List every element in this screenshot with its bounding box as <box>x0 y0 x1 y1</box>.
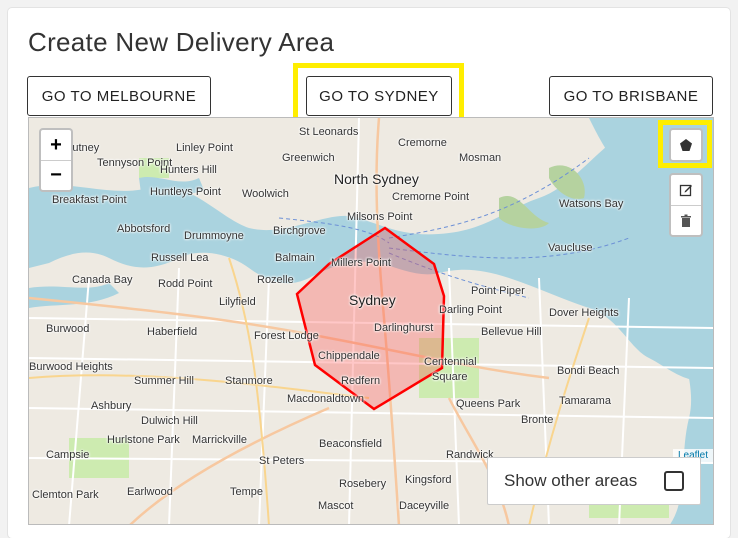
map-label: Burwood <box>46 323 90 335</box>
map-label: St Peters <box>259 455 305 467</box>
map-label: Vaucluse <box>548 242 593 254</box>
map-label: Breakfast Point <box>52 194 127 206</box>
edit-toolbar <box>669 173 703 237</box>
map-label: Marrickville <box>192 434 247 446</box>
map-label: Dover Heights <box>549 307 619 319</box>
draw-polygon-button[interactable] <box>671 130 701 160</box>
edit-layers-button[interactable] <box>671 175 701 205</box>
go-to-brisbane-button[interactable]: GO TO BRISBANE <box>549 76 713 116</box>
zoom-out-button[interactable]: − <box>41 160 71 190</box>
map-label: Centennial <box>424 356 477 368</box>
map-label: Millers Point <box>331 257 391 269</box>
map-label: Darlinghurst <box>374 322 434 334</box>
map-label: Greenwich <box>282 152 335 164</box>
edit-icon <box>679 184 692 197</box>
zoom-control: + − <box>39 128 73 192</box>
map-label: Woolwich <box>242 188 289 200</box>
map-label: Daceyville <box>399 500 450 512</box>
map-label: Mascot <box>318 500 354 512</box>
delivery-area-card: Create New Delivery Area GO TO MELBOURNE… <box>8 8 730 538</box>
map-label: Queens Park <box>456 398 521 410</box>
map-label: Point Piper <box>471 285 525 297</box>
map-label: Ashbury <box>91 400 132 412</box>
map-label: Tamarama <box>559 395 611 407</box>
delivery-map[interactable]: St Leonards Cremorne Mosman Putney Linle… <box>28 117 714 525</box>
show-other-areas-label: Show other areas <box>504 471 638 490</box>
map-label: Linley Point <box>176 142 233 154</box>
delete-layers-button[interactable] <box>671 205 701 235</box>
map-label: Kingsford <box>405 474 452 486</box>
map-label: Burwood Heights <box>29 361 113 373</box>
map-label: Mosman <box>459 152 502 164</box>
map-label: Watsons Bay <box>559 198 624 210</box>
map-label: Hurlstone Park <box>107 434 180 446</box>
map-label: Huntleys Point <box>150 186 221 198</box>
map-label: Birchgrove <box>273 225 326 237</box>
map-label: Cremorne <box>398 137 447 149</box>
map-label: Summer Hill <box>134 375 194 387</box>
map-label: Bellevue Hill <box>481 326 542 338</box>
map-label: Balmain <box>275 252 315 264</box>
map-label: Abbotsford <box>117 223 171 235</box>
map-label: Haberfield <box>147 326 198 338</box>
page-title: Create New Delivery Area <box>28 27 335 57</box>
map-label: Rodd Point <box>158 278 213 290</box>
map-label: Chippendale <box>318 350 380 362</box>
polygon-icon <box>680 139 692 151</box>
map-label: Tempe <box>230 486 264 498</box>
map-label: Lilyfield <box>219 296 256 308</box>
map-label: Clemton Park <box>32 489 99 501</box>
map-label: Canada Bay <box>72 274 133 286</box>
draw-toolbar <box>669 128 703 162</box>
map-label: Cremorne Point <box>392 191 470 203</box>
map-label: Bondi Beach <box>557 365 620 377</box>
map-label: Campsie <box>46 449 90 461</box>
map-label: Redfern <box>341 375 381 387</box>
show-other-areas-checkbox[interactable] <box>664 471 684 491</box>
map-label: Hunters Hill <box>160 164 217 176</box>
map-label: Stanmore <box>225 375 273 387</box>
map-label: Milsons Point <box>347 211 413 223</box>
map-label: Rosebery <box>339 478 387 490</box>
map-label: Bronte <box>521 414 554 426</box>
map-label: Sydney <box>349 292 396 308</box>
go-to-melbourne-button[interactable]: GO TO MELBOURNE <box>27 76 211 116</box>
map-label: Square <box>432 371 468 383</box>
map-label: Darling Point <box>439 304 502 316</box>
map-label: Forest Lodge <box>254 330 319 342</box>
map-label: Russell Lea <box>151 252 209 264</box>
go-to-sydney-button[interactable]: GO TO SYDNEY <box>306 76 452 116</box>
map-label: Macdonaldtown <box>287 393 365 405</box>
map-label: Drummoyne <box>184 230 244 242</box>
trash-icon <box>681 214 691 227</box>
map-label: St Leonards <box>299 126 359 138</box>
show-other-areas-control[interactable]: Show other areas <box>487 457 701 505</box>
map-label: North Sydney <box>334 171 419 187</box>
map-label: Beaconsfield <box>319 438 382 450</box>
map-label: Earlwood <box>127 486 173 498</box>
map-label: Rozelle <box>257 274 294 286</box>
zoom-in-button[interactable]: + <box>41 130 71 160</box>
map-label: Dulwich Hill <box>141 415 198 427</box>
